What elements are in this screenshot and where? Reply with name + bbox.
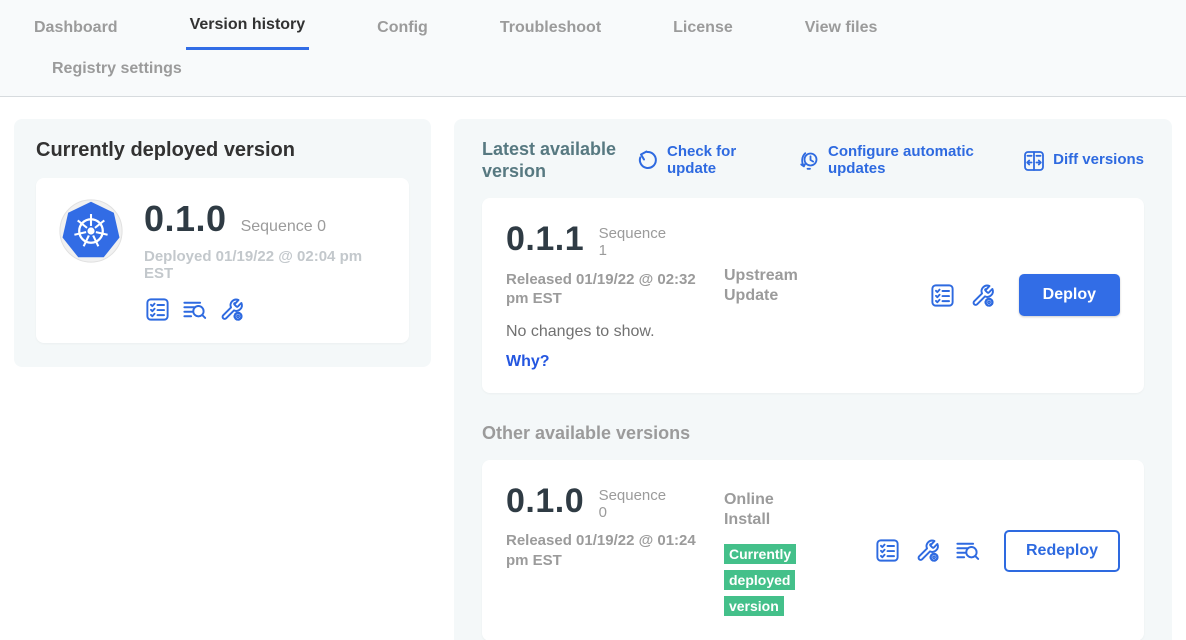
schedule-update-icon [797, 149, 821, 173]
diff-versions-link[interactable]: Diff versions [1022, 149, 1144, 173]
no-changes-text: No changes to show. [506, 323, 714, 341]
deployed-sequence-label: Sequence 0 [241, 218, 326, 236]
tab-registry-settings[interactable]: Registry settings [48, 60, 186, 90]
tab-view-files[interactable]: View files [801, 19, 882, 50]
other-version-info: 0.1.0 Sequence 0 Released 01/19/22 @ 01:… [506, 482, 714, 571]
available-versions-panel: Latest available version Check for updat… [454, 119, 1172, 640]
nav-row-1: Dashboard Version history Config Trouble… [30, 0, 1186, 50]
deploy-button[interactable]: Deploy [1019, 274, 1120, 316]
currently-deployed-panel: Currently deployed version [14, 119, 431, 367]
check-for-update-link[interactable]: Check for update [636, 144, 755, 178]
edit-config-icon[interactable] [969, 282, 996, 309]
deployed-version-info: 0.1.0 Sequence 0 Deployed 01/19/22 @ 02:… [144, 198, 387, 323]
configure-automatic-updates-link[interactable]: Configure automatic updates [797, 144, 996, 178]
other-version-number: 0.1.0 [506, 482, 584, 520]
currently-deployed-title: Currently deployed version [36, 139, 409, 162]
redeploy-button[interactable]: Redeploy [1004, 530, 1120, 572]
other-sequence-label: Sequence 0 [599, 487, 671, 522]
deployed-version-card: 0.1.0 Sequence 0 Deployed 01/19/22 @ 02:… [36, 178, 409, 343]
deployed-timestamp: Deployed 01/19/22 @ 02:04 pm EST [144, 248, 387, 282]
available-header: Latest available version Check for updat… [482, 139, 1144, 182]
nav-row-2: Registry settings [30, 50, 1186, 96]
edit-config-icon[interactable] [218, 296, 245, 323]
other-available-versions-title: Other available versions [482, 423, 1144, 444]
other-source-column: Online Install Currently deployed versio… [724, 482, 874, 620]
latest-version-info: 0.1.1 Sequence 1 Released 01/19/22 @ 02:… [506, 220, 714, 371]
tab-dashboard[interactable]: Dashboard [30, 19, 122, 50]
latest-available-title: Latest available version [482, 139, 622, 182]
kubernetes-logo-icon [58, 198, 124, 269]
tab-version-history[interactable]: Version history [186, 16, 310, 50]
latest-released-timestamp: Released 01/19/22 @ 02:32 pm EST [506, 270, 714, 309]
preflight-checklist-icon[interactable] [874, 537, 901, 564]
view-logs-icon[interactable] [181, 296, 208, 323]
preflight-checklist-icon[interactable] [929, 282, 956, 309]
view-logs-icon[interactable] [954, 537, 981, 564]
other-released-timestamp: Released 01/19/22 @ 01:24 pm EST [506, 531, 714, 570]
other-source-label: Online Install [724, 490, 819, 530]
tab-troubleshoot[interactable]: Troubleshoot [496, 19, 605, 50]
top-navigation: Dashboard Version history Config Trouble… [0, 0, 1186, 97]
deployed-version-number: 0.1.0 [144, 198, 227, 240]
latest-version-card: 0.1.1 Sequence 1 Released 01/19/22 @ 02:… [482, 198, 1144, 393]
tab-config[interactable]: Config [373, 19, 432, 50]
main-content: Currently deployed version [0, 97, 1186, 640]
latest-source-label: Upstream Update [724, 266, 819, 306]
other-version-card: 0.1.0 Sequence 0 Released 01/19/22 @ 01:… [482, 460, 1144, 640]
latest-actions: Deploy [929, 274, 1120, 316]
diff-icon [1022, 149, 1046, 173]
edit-config-icon[interactable] [914, 537, 941, 564]
currently-deployed-badge: Currently deployed version [724, 544, 796, 616]
latest-sequence-label: Sequence 1 [599, 225, 671, 260]
latest-source-column: Upstream Update [724, 220, 874, 306]
latest-version-number: 0.1.1 [506, 220, 584, 258]
preflight-checklist-icon[interactable] [144, 296, 171, 323]
why-link[interactable]: Why? [506, 353, 550, 371]
tab-license[interactable]: License [669, 19, 737, 50]
other-actions: Redeploy [874, 530, 1120, 572]
refresh-icon [636, 149, 660, 173]
